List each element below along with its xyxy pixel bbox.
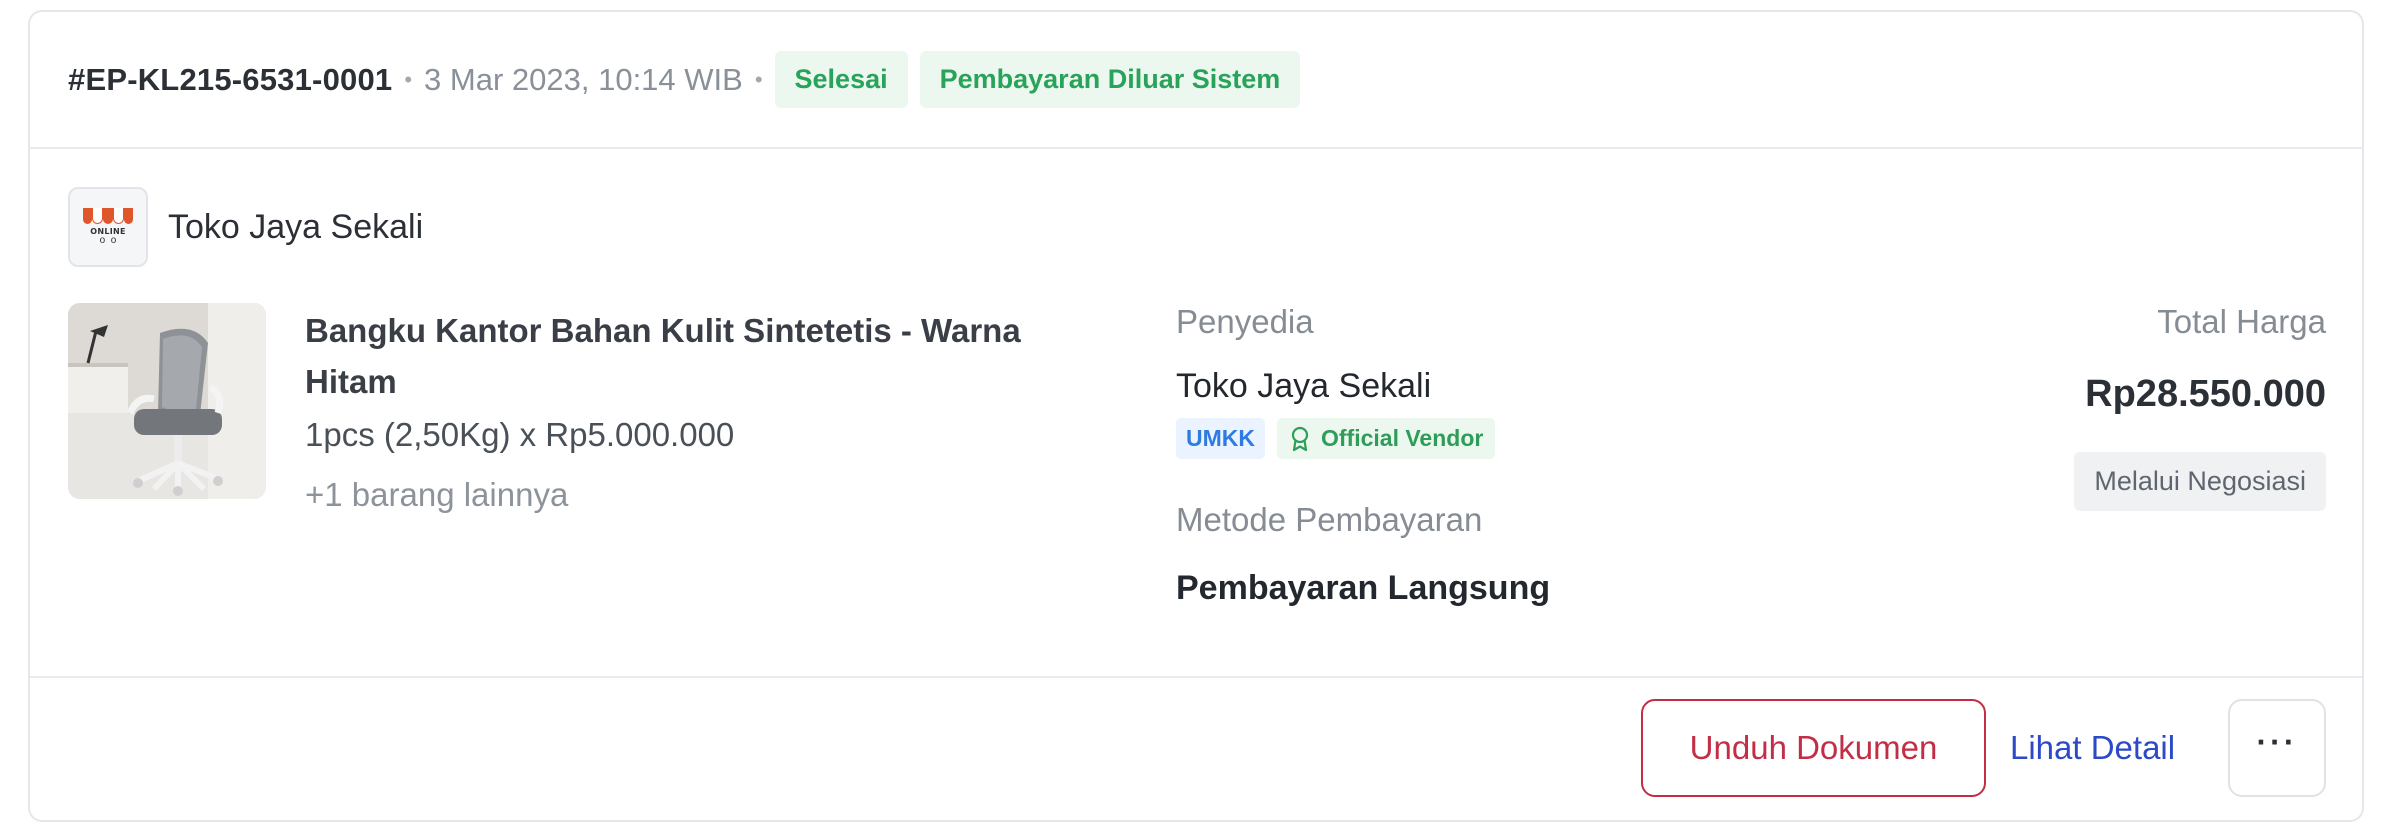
store-row: ONLINE o o Toko Jaya Sekali [68,187,423,267]
order-date: 3 Mar 2023, 10:14 WIB [424,61,743,97]
office-chair-image [68,303,266,499]
store-name: Toko Jaya Sekali [168,207,424,246]
total-price-label: Total Harga [2157,303,2326,340]
vendor-label: Penyedia [1176,303,1314,340]
more-options-button[interactable]: ··· [2228,699,2326,797]
more-horizontal-icon: ··· [2256,724,2298,760]
product-info: Bangku Kantor Bahan Kulit Sintetetis - W… [305,305,1025,514]
order-id: #EP-KL215-6531-0001 [68,61,393,97]
medal-icon [1291,426,1309,451]
official-vendor-label: Official Vendor [1321,425,1484,451]
order-actions: Unduh Dokumen Lihat Detail ··· [30,678,2362,820]
separator-dot: • [404,66,413,92]
payment-method-value: Pembayaran Langsung [1176,569,1551,607]
official-vendor-badge: Official Vendor [1277,418,1496,459]
negotiation-badge: Melalui Negosiasi [2074,452,2326,511]
price-section: Total Harga Rp28.550.000 Melalui Negosia… [2074,303,2326,511]
product-name: Bangku Kantor Bahan Kulit Sintetetis - W… [305,312,1021,400]
view-detail-link[interactable]: Lihat Detail [2010,699,2175,797]
order-body: ONLINE o o Toko Jaya Sekali Bangku Kanto… [30,149,2362,678]
status-badge: Selesai [774,51,908,108]
umkk-badge: UMKK [1176,418,1265,459]
more-items-text: +1 barang lainnya [305,476,569,513]
online-shop-logo-icon: ONLINE o o [68,187,148,267]
vendor-badges: UMKK Official Vendor [1176,418,1550,459]
total-price-value: Rp28.550.000 [2085,373,2326,415]
payment-method-label: Metode Pembayaran [1176,501,1483,538]
vendor-name: Toko Jaya Sekali [1176,367,1432,405]
vendor-section: Penyedia Toko Jaya Sekali UMKK Official … [1176,303,1550,608]
product-quantity: 1pcs (2,50Kg) x Rp5.000.000 [305,416,735,453]
order-card: #EP-KL215-6531-0001 • 3 Mar 2023, 10:14 … [28,10,2364,822]
download-document-button[interactable]: Unduh Dokumen [1641,699,1986,797]
separator-dot: • [754,66,763,92]
payment-system-badge: Pembayaran Diluar Sistem [919,51,1301,108]
order-header: #EP-KL215-6531-0001 • 3 Mar 2023, 10:14 … [30,12,2362,149]
